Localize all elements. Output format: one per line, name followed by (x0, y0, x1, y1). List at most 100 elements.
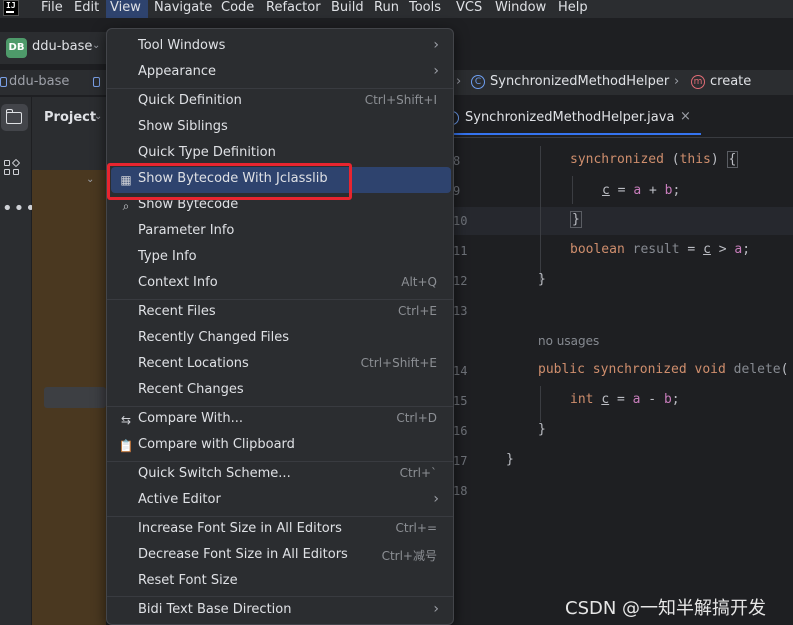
menu-item-show-siblings[interactable]: Show Siblings (107, 115, 453, 141)
code-line[interactable]: boolean result = c > a; (570, 242, 750, 257)
menu-item-label: Quick Definition (138, 93, 242, 108)
shortcut-label: Ctrl+减号 (381, 549, 437, 563)
code-line[interactable]: c = a + b; (602, 183, 680, 198)
menu-code[interactable]: Code (217, 0, 258, 18)
compare-icon: ⇆ (120, 413, 132, 427)
chevron-down-icon[interactable]: ⌄ (86, 174, 94, 185)
line-number: 10 (453, 214, 468, 228)
line-number: 12 (453, 274, 468, 288)
project-badge[interactable]: DB (6, 38, 27, 58)
menu-item-recent-locations[interactable]: Recent Locations Ctrl+Shift+E (107, 352, 453, 378)
code-line[interactable]: } (538, 422, 546, 437)
menu-item-bidi-direction[interactable]: Bidi Text Base Direction › (107, 598, 453, 624)
indent-guide (540, 386, 541, 422)
chevron-right-icon: › (674, 74, 680, 89)
menu-window[interactable]: Window (491, 0, 550, 18)
annotation-highlight-box (107, 163, 352, 200)
clipboard-icon: 📋 (118, 439, 134, 453)
shortcut-label: Alt+Q (401, 275, 437, 289)
menu-item-label: Tool Windows (138, 38, 226, 53)
menu-separator (107, 596, 453, 597)
chevron-down-icon[interactable]: ⌄ (94, 111, 102, 122)
menu-item-label: Active Editor (138, 492, 221, 507)
code-line[interactable]: int c = a - b; (570, 392, 680, 407)
menu-item-recently-changed-files[interactable]: Recently Changed Files (107, 326, 453, 352)
menu-item-label: Show Siblings (138, 119, 228, 134)
menu-item-active-editor[interactable]: Active Editor › (107, 488, 453, 514)
line-number: 13 (453, 304, 468, 318)
current-line-highlight (453, 207, 793, 235)
line-number: 14 (453, 364, 468, 378)
menu-refactor[interactable]: Refactor (262, 0, 325, 18)
intellij-logo-icon[interactable]: IJ (3, 0, 19, 16)
breadcrumb-class[interactable]: SynchronizedMethodHelper (490, 74, 669, 89)
menu-item-increase-font[interactable]: Increase Font Size in All Editors Ctrl+= (107, 517, 453, 543)
menu-run[interactable]: Run (370, 0, 403, 18)
menu-item-compare-clipboard[interactable]: 📋 Compare with Clipboard (107, 433, 453, 459)
shortcut-label: Ctrl+` (399, 466, 437, 480)
menu-build[interactable]: Build (327, 0, 368, 18)
indent-guide (540, 146, 541, 282)
view-menu-dropdown: Tool Windows › Appearance › Quick Definiti… (106, 28, 454, 625)
menu-item-reset-font[interactable]: Reset Font Size (107, 569, 453, 595)
menu-item-label: Quick Type Definition (138, 145, 276, 160)
line-number: 17 (453, 454, 468, 468)
project-panel-title[interactable]: Project (44, 110, 96, 125)
menu-item-compare-with[interactable]: ⇆ Compare With... Ctrl+D (107, 407, 453, 433)
chevron-right-icon: › (433, 37, 439, 53)
watermark: CSDN @一知半解搞开发 (565, 598, 767, 619)
menu-item-tool-windows[interactable]: Tool Windows › (107, 34, 453, 60)
menu-item-context-info[interactable]: Context Info Alt+Q (107, 271, 453, 297)
menu-item-label: Recent Changes (138, 382, 244, 397)
menu-tools[interactable]: Tools (405, 0, 445, 18)
chevron-right-icon: › (433, 491, 439, 507)
menu-item-recent-files[interactable]: Recent Files Ctrl+E (107, 300, 453, 326)
project-folder-icon[interactable] (1, 104, 28, 131)
module-icon (93, 77, 100, 87)
menu-item-recent-changes[interactable]: Recent Changes (107, 378, 453, 404)
shortcut-label: Ctrl+Shift+E (360, 356, 437, 370)
editor-tab-label[interactable]: SynchronizedMethodHelper.java (465, 110, 674, 125)
menu-help[interactable]: Help (554, 0, 592, 18)
usages-hint[interactable]: no usages (538, 334, 599, 348)
menu-item-label: Recent Locations (138, 356, 249, 371)
code-line[interactable]: } (538, 272, 546, 287)
line-number: 16 (453, 424, 468, 438)
class-icon: C (471, 75, 485, 89)
close-icon[interactable]: × (680, 109, 691, 124)
project-selector[interactable]: ddu-base (32, 39, 92, 54)
line-number: 15 (453, 394, 468, 408)
line-number: 18 (453, 484, 468, 498)
code-line[interactable]: } (506, 452, 514, 467)
app-logo-text: IJ (6, 1, 16, 10)
menu-file[interactable]: File (37, 0, 67, 18)
chevron-right-icon: › (456, 74, 462, 89)
shortcut-label: Ctrl+Shift+I (364, 93, 437, 107)
menu-vcs[interactable]: VCS (452, 0, 486, 18)
chevron-down-icon[interactable]: ⌄ (92, 40, 100, 51)
tree-selected-row[interactable] (44, 387, 106, 408)
code-line[interactable]: } (570, 211, 582, 228)
menu-view[interactable]: View (106, 0, 148, 18)
menu-item-label: Appearance (138, 64, 217, 79)
menu-item-label: Parameter Info (138, 223, 235, 238)
code-line[interactable]: synchronized (this) { (570, 151, 739, 168)
menu-edit[interactable]: Edit (70, 0, 103, 18)
menu-bar: IJ File Edit View Navigate Code Refactor… (0, 0, 793, 18)
menu-navigate[interactable]: Navigate (150, 0, 216, 18)
breadcrumb-root[interactable]: ddu-base (9, 74, 69, 89)
menu-item-type-info[interactable]: Type Info (107, 245, 453, 271)
breadcrumb-method[interactable]: create (710, 74, 751, 89)
menu-item-quick-switch-scheme[interactable]: Quick Switch Scheme... Ctrl+` (107, 462, 453, 488)
shortcut-label: Ctrl+D (396, 411, 437, 425)
structure-icon[interactable] (4, 158, 21, 178)
menu-item-appearance[interactable]: Appearance › (107, 60, 453, 86)
chevron-right-icon: › (433, 63, 439, 79)
menu-item-parameter-info[interactable]: Parameter Info (107, 219, 453, 245)
code-line[interactable]: public synchronized void delete( (538, 362, 788, 377)
menu-item-decrease-font[interactable]: Decrease Font Size in All Editors Ctrl+减号 (107, 543, 453, 569)
line-number: 8 (453, 154, 461, 168)
shortcut-label: Ctrl+E (398, 304, 437, 318)
menu-item-label: Recent Files (138, 304, 216, 319)
menu-item-quick-definition[interactable]: Quick Definition Ctrl+Shift+I (107, 89, 453, 115)
